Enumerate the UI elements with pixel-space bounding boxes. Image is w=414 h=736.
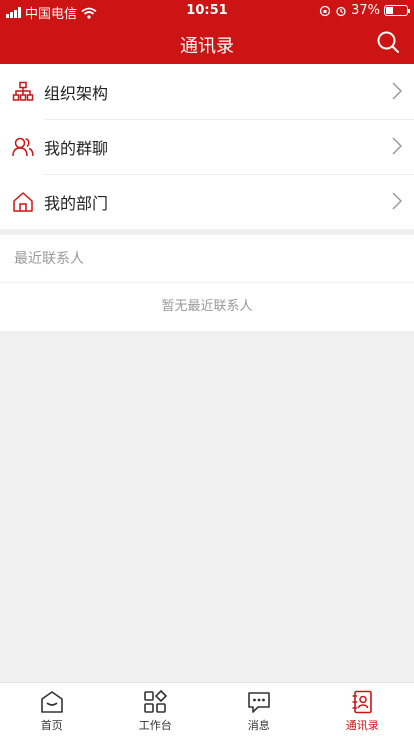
tab-label: 消息 [247,719,270,732]
menu-item-label: 组织架构 [44,83,109,103]
tab-label: 工作台 [138,719,172,732]
tab-workbench[interactable]: 工作台 [104,683,208,736]
battery-percent: 37% [351,3,380,18]
alarm-icon [336,6,346,16]
tab-home[interactable]: 首页 [0,683,104,736]
chevron-right-icon [392,137,402,155]
tab-contacts[interactable]: 通讯录 [311,683,414,736]
menu-item-org-chart[interactable]: 组织架构 [0,64,414,119]
tab-label: 通讯录 [345,719,379,732]
recent-contacts-empty: 暂无最近联系人 [161,299,253,314]
menu-item-label: 我的群聊 [44,138,109,158]
chevron-right-icon [392,82,402,100]
recent-contacts-section: 最近联系人 暂无最近联系人 [0,235,414,331]
org-chart-icon [12,81,34,101]
tab-label: 首页 [40,719,63,732]
contacts-icon [352,690,373,714]
orientation-lock-icon [319,5,331,16]
chevron-right-icon [392,192,402,210]
message-icon [247,692,270,713]
contacts-menu: 组织架构 我的群聊 我的部门 [0,64,414,229]
menu-item-my-groups[interactable]: 我的群聊 [0,119,414,174]
home-tab-icon [40,691,63,713]
menu-item-label: 我的部门 [44,193,109,213]
battery-icon [384,5,410,16]
home-icon [13,191,33,212]
recent-contacts-title: 最近联系人 [0,235,414,283]
group-icon [12,137,34,156]
status-bar: 中国电信 10:51 37% [0,0,414,22]
tab-messages[interactable]: 消息 [207,683,311,736]
page-title: 通讯录 [180,36,234,57]
app-header: 中国电信 10:51 37% 通讯录 [0,0,414,64]
search-icon[interactable] [376,30,400,54]
bottom-tab-bar: 首页 工作台 消息 通讯录 [0,682,414,736]
status-right: 37% [319,3,410,18]
menu-item-my-department[interactable]: 我的部门 [0,174,414,229]
workbench-icon [144,689,168,713]
